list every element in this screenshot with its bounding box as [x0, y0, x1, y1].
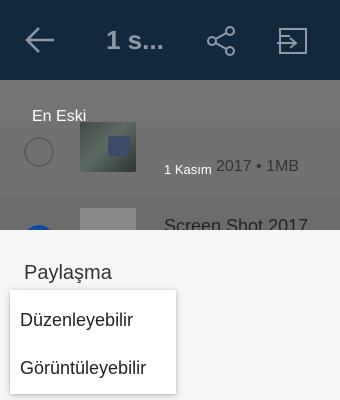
permission-menu: Düzenleyebilir Görüntüleyebilir: [10, 290, 176, 394]
list-item[interactable]: Screen Shot 2017: [0, 196, 340, 230]
file-meta: 2017 • 1MB: [216, 158, 299, 175]
move-to-icon[interactable]: [276, 26, 310, 56]
menu-item-can-edit[interactable]: Düzenleyebilir: [10, 298, 176, 342]
sheet-title: Paylaşma: [24, 262, 112, 284]
menu-item-can-view[interactable]: Görüntüleyebilir: [10, 346, 176, 390]
sort-label: En Eski: [32, 108, 87, 125]
share-icon[interactable]: [204, 24, 238, 58]
back-arrow-icon[interactable]: [24, 26, 56, 54]
page-title: 1 s...: [106, 25, 164, 55]
app-bar: 1 s...: [0, 0, 340, 80]
file-name: Screen Shot 2017: [164, 216, 309, 230]
sort-header[interactable]: En Eski: [0, 80, 340, 142]
file-list: 2017 • 1MB Screen Shot 2017 En Eski: [0, 80, 340, 230]
date-tooltip: 1 Kasım: [164, 162, 212, 177]
file-thumbnail: [80, 208, 136, 230]
